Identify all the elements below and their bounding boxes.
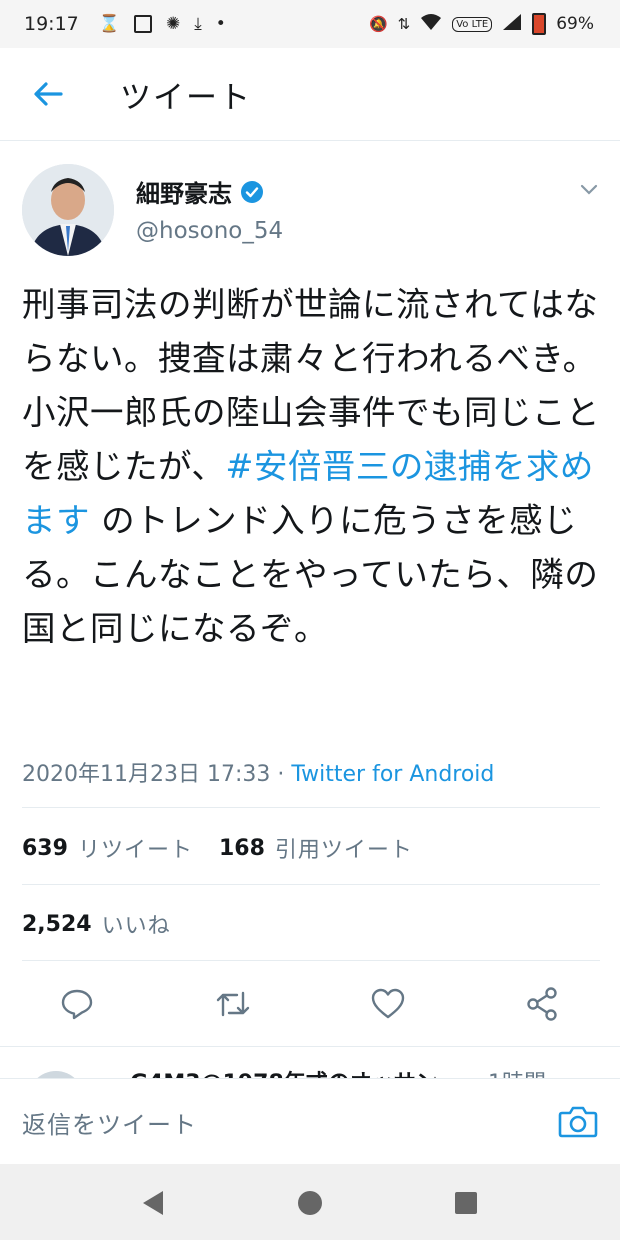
reply-icon[interactable]	[57, 984, 97, 1024]
like-stats: 2,524 いいね	[22, 908, 197, 940]
reply-time: 1時間	[488, 1065, 546, 1079]
divider	[22, 884, 600, 885]
message-icon	[133, 15, 152, 33]
retweet-count[interactable]: 639	[22, 836, 68, 861]
meta-separator: ·	[270, 762, 292, 787]
retweet-stats: 639 リツイート 168 引用ツイート	[22, 832, 439, 864]
nav-recents-icon[interactable]	[449, 1186, 483, 1220]
author-name: 細野豪志	[136, 180, 232, 208]
hourglass-icon: ⌛	[98, 14, 120, 34]
mute-icon: 🔕	[368, 15, 388, 33]
like-label[interactable]: いいね	[102, 908, 171, 940]
download-icon: ⤓	[194, 14, 202, 34]
nav-back-icon[interactable]	[136, 1186, 170, 1220]
data-arrows-icon: ⇅	[397, 15, 411, 33]
reply-compose-bar[interactable]: 返信をツイート	[0, 1078, 620, 1165]
wifi-icon	[420, 13, 442, 35]
reply-input[interactable]: 返信をツイート	[22, 1105, 197, 1140]
top-app-bar: ツイート	[0, 48, 620, 141]
reply-author: G4M3@1978年式のオッサン	[130, 1065, 438, 1079]
divider	[22, 960, 600, 961]
battery-percent: 69%	[556, 14, 594, 34]
nav-home-icon[interactable]	[293, 1186, 327, 1220]
verified-badge-icon	[240, 180, 264, 204]
tweet-actions	[0, 974, 620, 1036]
author-handle[interactable]: @hosono_54	[136, 218, 283, 244]
battery-icon	[532, 13, 547, 35]
back-arrow-icon[interactable]	[30, 76, 66, 112]
retweet-icon[interactable]	[213, 984, 253, 1024]
avatar[interactable]	[22, 164, 114, 256]
dot-icon: •	[215, 14, 226, 34]
like-icon[interactable]	[368, 984, 408, 1024]
tweet-text: 刑事司法の判断が世論に流されてはならない。捜査は粛々と行われるべき。小沢一郎氏の…	[22, 278, 602, 656]
tweet-timestamp: 2020年11月23日 17:33	[22, 762, 271, 787]
tweet-author: 細野豪志 @hosono_54	[0, 160, 620, 260]
author-name-row[interactable]: 細野豪志	[136, 174, 264, 209]
page-title: ツイート	[120, 79, 252, 116]
retweet-label[interactable]: リツイート	[78, 832, 193, 864]
quote-count[interactable]: 168	[219, 836, 265, 861]
signal-icon	[502, 13, 522, 35]
status-bar: 19:17 ⌛ ✺ ⤓ • 🔕 ⇅ Vo LTE 69%	[0, 0, 620, 48]
divider	[22, 807, 600, 808]
status-time: 19:17	[24, 13, 79, 35]
like-count[interactable]: 2,524	[22, 912, 92, 937]
camera-icon[interactable]	[557, 1101, 599, 1143]
reply-preview[interactable]: G4M3@1978年式のオッサン 1時間	[0, 1046, 620, 1079]
chevron-down-icon[interactable]	[578, 178, 600, 200]
system-nav-bar	[0, 1164, 620, 1240]
brightness-icon: ✺	[165, 14, 181, 34]
volte-icon: Vo LTE	[452, 16, 493, 32]
quote-label[interactable]: 引用ツイート	[275, 832, 413, 864]
tweet-text-after: のトレンド入りに危うさを感じる。こんなことをやっていたら、隣の国と同じになるぞ。	[22, 501, 599, 648]
tweet-meta: 2020年11月23日 17:33 · Twitter for Android	[22, 756, 494, 788]
share-icon[interactable]	[522, 984, 562, 1024]
tweet-source-link[interactable]: Twitter for Android	[291, 762, 494, 787]
